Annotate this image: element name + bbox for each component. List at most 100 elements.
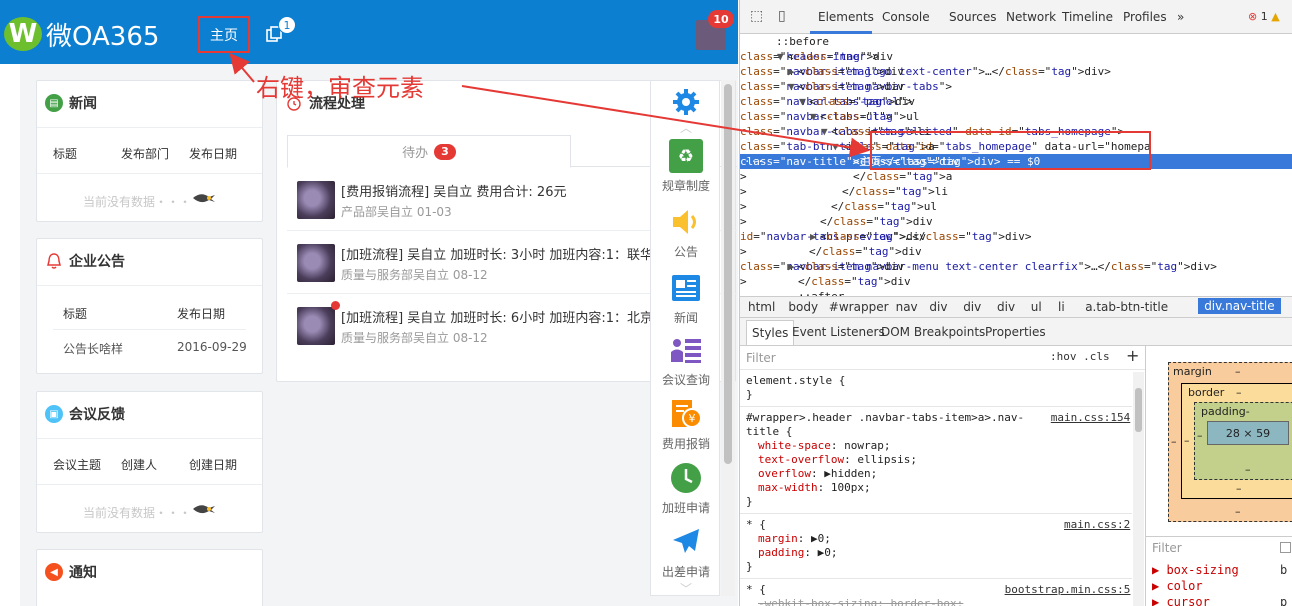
dom-node[interactable]: ▼ <class="tag">div class="navbar-tabs-pan… — [740, 94, 1292, 109]
breadcrumb-0[interactable]: html — [748, 300, 775, 314]
quick-item-news[interactable]: 新闻 — [651, 271, 721, 326]
styles-filter-input[interactable]: Filter — [746, 351, 776, 365]
message-count-badge: 10 — [708, 10, 734, 28]
tab-profiles[interactable]: Profiles — [1123, 10, 1167, 24]
css-declaration[interactable]: text-overflow: ellipsis; — [758, 453, 917, 467]
breadcrumb-10[interactable]: div.nav-title — [1198, 298, 1281, 314]
dom-node[interactable]: </class="tag">a > — [740, 169, 1292, 184]
dom-node[interactable]: ▶ <class="tag">div id="navbar-tabs-previe… — [740, 229, 1292, 244]
computed-prop-name[interactable]: ▶ color — [1152, 579, 1203, 593]
logo[interactable]: W 微OA365 — [4, 16, 159, 52]
show-all-checkbox[interactable] — [1280, 542, 1291, 553]
css-rule-close[interactable]: } — [746, 560, 753, 574]
more-tabs-button[interactable]: » — [1177, 10, 1184, 24]
quick-item-rules[interactable]: ♻ 规章制度 — [651, 139, 721, 194]
dom-node[interactable]: </class="tag">div > — [740, 244, 1292, 259]
css-declaration[interactable]: white-space: nowrap; — [758, 439, 890, 453]
meeting-icon — [669, 333, 703, 367]
device-mode-icon[interactable]: ▯ — [778, 8, 786, 24]
dom-node[interactable]: </class="tag">div > — [740, 274, 1292, 289]
inform-widget: ◀ 通知 — [36, 549, 263, 606]
dom-node[interactable]: ▶ <class="tag">div class="navbar-item log… — [740, 64, 1292, 79]
css-rule-selector[interactable]: * {bootstrap.min.css:5 — [746, 583, 1132, 597]
css-declaration[interactable]: padding: ▶0; — [758, 546, 837, 560]
chevron-down-icon[interactable]: ﹀ — [651, 580, 721, 597]
tab-sources[interactable]: Sources — [949, 10, 996, 24]
gear-icon — [669, 85, 703, 119]
css-rule-close[interactable]: } — [746, 388, 753, 402]
breadcrumb-6[interactable]: div — [997, 300, 1015, 314]
computed-prop-name[interactable]: ▶ cursor — [1152, 595, 1210, 606]
scrollbar-thumb[interactable] — [724, 84, 732, 464]
css-rule-selector[interactable]: * {main.css:2 — [746, 518, 1132, 532]
dom-node[interactable]: ::before — [740, 34, 1292, 49]
css-rule-selector[interactable]: element.style { — [746, 374, 845, 388]
chevron-up-icon[interactable]: ︿ — [651, 119, 721, 136]
css-declaration[interactable]: overflow: ▶hidden; — [758, 467, 877, 481]
tabs-preview-button[interactable]: 1 — [264, 16, 296, 44]
error-warning-counter[interactable]: ⊗ 1 ▲ — [1248, 10, 1280, 23]
dom-node[interactable]: ▼ <class="tag">ul class="navbar-tabs-ul"> — [740, 109, 1292, 124]
subtab-event-listeners[interactable]: Event Listeners — [792, 325, 885, 339]
quick-item-overtime[interactable]: 加班申请 — [651, 461, 721, 516]
hov-cls-toggles[interactable]: :hov .cls — [1050, 350, 1110, 363]
nav-tab-home[interactable]: 主页 — [198, 16, 250, 53]
css-source-link[interactable]: main.css:2 — [1064, 518, 1130, 532]
breadcrumb-9[interactable]: a.tab-btn-title — [1085, 300, 1168, 314]
styles-pane[interactable]: element.style {} #wrapper>.header .navbar… — [740, 370, 1132, 606]
css-rule-selector[interactable]: #wrapper>.header .navbar-tabs-item>a>.na… — [746, 411, 1132, 425]
computed-prop-name[interactable]: ▶ box-sizing — [1152, 563, 1239, 577]
css-rule-selector[interactable]: title { — [746, 425, 792, 439]
css-declaration[interactable]: max-width: 100px; — [758, 481, 871, 495]
inspect-element-icon[interactable]: ⬚ — [750, 8, 763, 24]
box-model-padding[interactable]: padding- – – 28 × 59 — [1194, 402, 1292, 480]
bird-icon — [193, 194, 215, 203]
breadcrumb-5[interactable]: div — [963, 300, 981, 314]
tab-todo[interactable]: 待办 3 — [287, 135, 571, 168]
user-avatar[interactable]: 10 — [696, 10, 734, 50]
tab-console[interactable]: Console — [882, 10, 930, 24]
new-rule-button[interactable]: + — [1126, 346, 1139, 365]
dom-node[interactable]: </class="tag">ul > — [740, 199, 1292, 214]
subtab-properties[interactable]: Properties — [985, 325, 1046, 339]
news-icon: ▤ — [45, 94, 63, 112]
dom-node[interactable]: ▼ <class="tag">div class="navbar-item nav… — [740, 79, 1292, 94]
dom-node[interactable]: ▶ <class="tag">div class="navbar-item nav… — [740, 259, 1292, 274]
quick-item-settings[interactable]: ︿ — [651, 85, 721, 136]
breadcrumb-4[interactable]: div — [929, 300, 947, 314]
box-model-margin[interactable]: margin – – – border – – – padding- – – 2… — [1168, 362, 1292, 522]
dom-node[interactable]: ▼ <class="tag">div class="header-inner"> — [740, 49, 1292, 64]
css-declaration[interactable]: margin: ▶0; — [758, 532, 831, 546]
breadcrumb-3[interactable]: nav — [896, 300, 918, 314]
dom-breadcrumbs: html body #wrapper nav div div div ul li a.tab-bt… — [740, 296, 1292, 318]
computed-pane: Filter ▶ box-sizing b ▶ color ▶ cursor p — [1145, 536, 1292, 606]
subtab-dom-breakpoints[interactable]: DOM Breakpoints — [881, 325, 985, 339]
dom-node[interactable]: </class="tag">div > — [740, 214, 1292, 229]
breadcrumb-7[interactable]: ul — [1031, 300, 1042, 314]
quick-item-travel[interactable]: 出差申请 ﹀ — [651, 525, 721, 597]
box-model-content[interactable]: 28 × 59 — [1207, 421, 1289, 445]
notice-row-title[interactable]: 公告长啥样 — [63, 340, 123, 357]
css-rule-close[interactable]: } — [746, 495, 753, 509]
breadcrumb-8[interactable]: li — [1058, 300, 1065, 314]
computed-filter-input[interactable]: Filter — [1152, 541, 1182, 555]
quick-item-announcement[interactable]: 公告 — [651, 205, 721, 260]
css-source-link[interactable]: bootstrap.min.css:5 — [1005, 583, 1131, 597]
app-header: W 微OA365 主页 1 10 — [0, 0, 738, 64]
tab-elements[interactable]: Elements — [818, 10, 874, 24]
subtab-styles[interactable]: Styles — [746, 320, 795, 345]
tab-network[interactable]: Network — [1006, 10, 1056, 24]
breadcrumb-2[interactable]: #wrapper — [829, 300, 889, 314]
css-declaration-overridden[interactable]: -webkit-box-sizing: border-box; — [758, 597, 963, 606]
dom-node[interactable]: </class="tag">li > — [740, 184, 1292, 199]
box-model-border[interactable]: border – – – padding- – – 28 × 59 — [1181, 383, 1292, 499]
css-source-link[interactable]: main.css:154 — [1051, 411, 1130, 425]
quick-item-meeting[interactable]: 会议查询 — [651, 333, 721, 388]
quick-item-expense[interactable]: ¥ 费用报销 — [651, 397, 721, 452]
styles-scrollbar[interactable] — [1133, 372, 1144, 606]
breadcrumb-1[interactable]: body — [788, 300, 818, 314]
tab-timeline[interactable]: Timeline — [1062, 10, 1113, 24]
scrollbar-thumb[interactable] — [1135, 388, 1142, 432]
quick-panel-scrollbar[interactable] — [721, 80, 735, 596]
elements-subtabs: Styles Event Listeners DOM Breakpoints P… — [740, 318, 1292, 346]
